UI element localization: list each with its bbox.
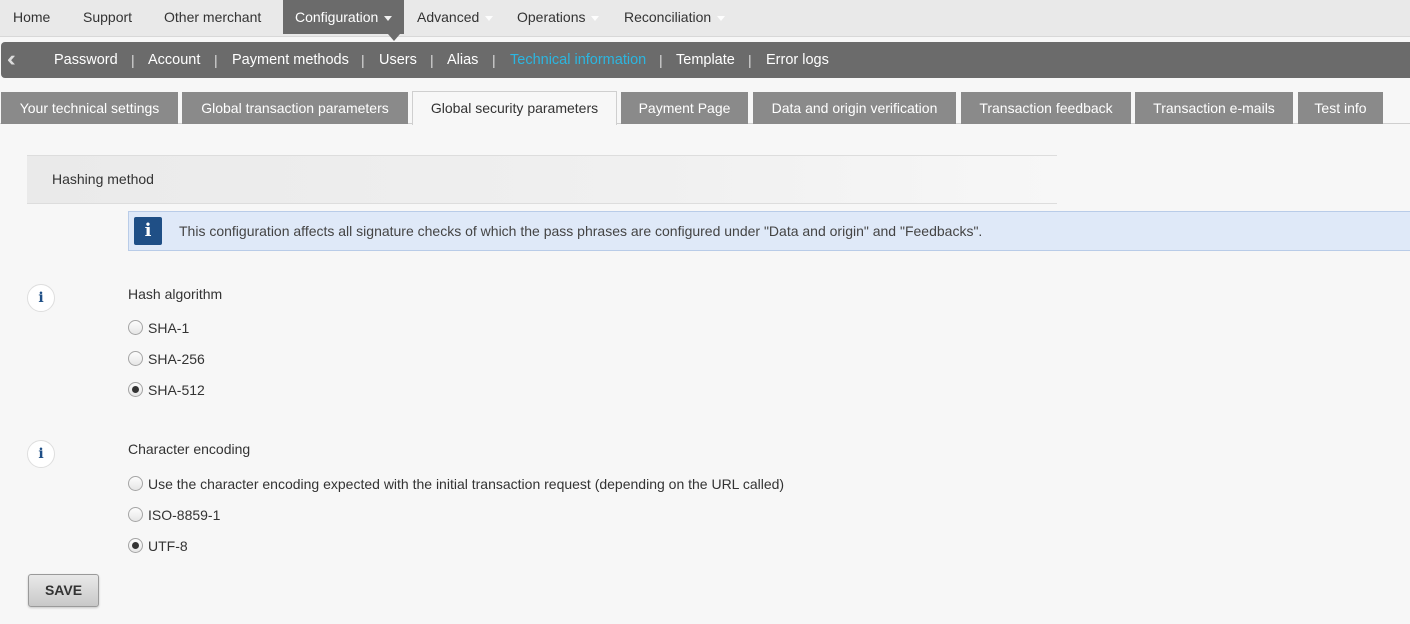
menu-item-advanced-label: Advanced [417, 9, 480, 25]
hash-algorithm-help-icon[interactable]: i [27, 284, 55, 312]
subnav-separator: | [659, 52, 663, 68]
subnav-template[interactable]: Template [676, 42, 735, 78]
settings-tabs: Your technical settings Global transacti… [0, 91, 1410, 125]
caret-down-icon [384, 15, 393, 21]
double-chevron-left-icon[interactable]: ‹‹ [7, 47, 15, 71]
save-button[interactable]: SAVE [28, 574, 99, 607]
radio-label: SHA-512 [148, 382, 205, 398]
character-encoding-help-icon[interactable]: i [27, 440, 55, 468]
menu-item-advanced[interactable]: Advanced [417, 0, 494, 34]
tab-your-technical-settings[interactable]: Your technical settings [1, 92, 178, 124]
menu-item-configuration-label: Configuration [295, 9, 379, 25]
tab-transaction-feedback[interactable]: Transaction feedback [961, 92, 1131, 124]
radio-button[interactable] [128, 476, 143, 491]
radio-button-checked[interactable] [128, 538, 143, 553]
subnav-separator: | [131, 52, 135, 68]
menu-item-reconciliation-label: Reconciliation [624, 9, 712, 25]
subnav-account[interactable]: Account [148, 42, 200, 78]
section-title: Hashing method [52, 171, 154, 187]
tab-global-transaction-parameters[interactable]: Global transaction parameters [182, 92, 408, 124]
subnav-technical-information[interactable]: Technical information [510, 42, 646, 78]
menu-item-operations[interactable]: Operations [517, 0, 600, 34]
subnav-payment-methods[interactable]: Payment methods [232, 42, 349, 78]
radio-button-checked[interactable] [128, 382, 143, 397]
subnav-alias[interactable]: Alias [447, 42, 478, 78]
subnav-separator: | [214, 52, 218, 68]
caret-down-icon [591, 15, 600, 21]
subnav-separator: | [361, 52, 365, 68]
subnav-password[interactable]: Password [54, 42, 118, 78]
subnav-separator: | [748, 52, 752, 68]
info-notice-text: This configuration affects all signature… [179, 223, 983, 239]
menu-item-configuration[interactable]: Configuration [283, 0, 405, 34]
radio-label: ISO-8859-1 [148, 507, 221, 523]
info-icon: i [134, 217, 162, 245]
caret-down-icon [717, 15, 726, 21]
subnav-users[interactable]: Users [379, 42, 417, 78]
subnav-separator: | [492, 52, 496, 68]
character-encoding-label: Character encoding [128, 441, 251, 457]
radio-label: SHA-1 [148, 320, 190, 336]
tab-data-origin-verification[interactable]: Data and origin verification [753, 92, 956, 124]
sub-navigation: ‹‹ Password | Account | Payment methods … [1, 42, 1410, 78]
caret-down-icon [485, 15, 494, 21]
subnav-separator: | [430, 52, 434, 68]
menu-item-reconciliation[interactable]: Reconciliation [624, 0, 726, 34]
menu-item-other-merchant[interactable]: Other merchant [164, 0, 261, 34]
top-menu: Home Support Other merchant Configuratio… [0, 0, 1410, 41]
hash-algorithm-label: Hash algorithm [128, 286, 223, 302]
radio-label: SHA-256 [148, 351, 205, 367]
tab-test-info[interactable]: Test info [1298, 92, 1383, 124]
tab-global-security-parameters[interactable]: Global security parameters [412, 91, 617, 125]
radio-button[interactable] [128, 320, 143, 335]
section-header: Hashing method [27, 155, 1057, 204]
radio-label: UTF-8 [148, 538, 188, 554]
menu-item-support[interactable]: Support [83, 0, 132, 34]
active-menu-notch [388, 34, 400, 41]
radio-label: Use the character encoding expected with… [148, 476, 785, 492]
tab-payment-page[interactable]: Payment Page [621, 92, 748, 124]
menu-item-operations-label: Operations [517, 9, 586, 25]
radio-button[interactable] [128, 351, 143, 366]
tab-transaction-emails[interactable]: Transaction e-mails [1135, 92, 1293, 124]
radio-button[interactable] [128, 507, 143, 522]
subnav-error-logs[interactable]: Error logs [766, 42, 829, 78]
menu-item-home[interactable]: Home [13, 0, 50, 34]
info-notice: i This configuration affects all signatu… [128, 211, 1410, 251]
